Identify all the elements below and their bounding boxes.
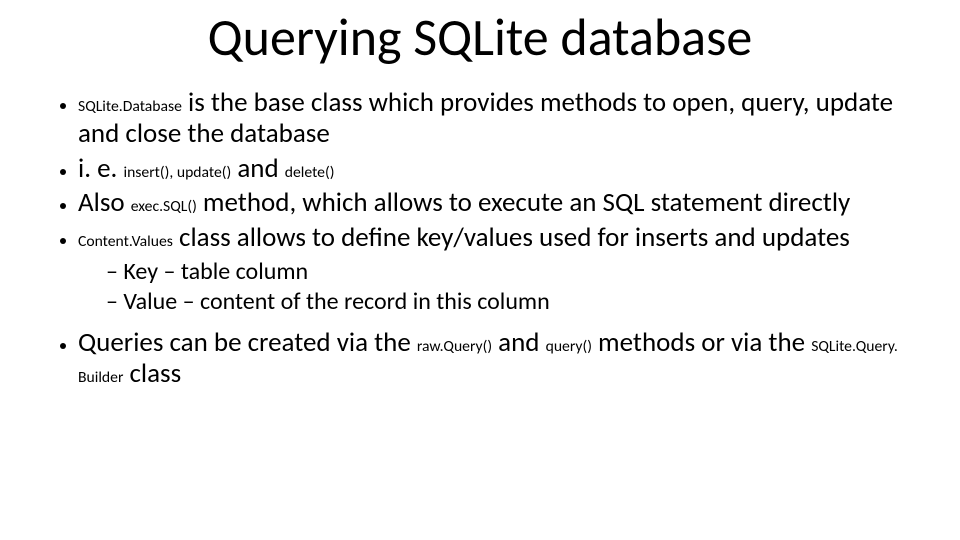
bullet-2: i. e. insert(), update() and delete(): [78, 153, 920, 184]
bullet-1-text: is the base class which provides methods…: [78, 86, 893, 150]
bullet-2-pre: i. e.: [78, 152, 123, 185]
slide-title: Querying SQLite database: [40, 10, 920, 65]
bullet-2-mid: and: [231, 152, 285, 185]
code-query: query(): [546, 337, 592, 356]
bullet-5-mid2: methods or via the: [592, 326, 811, 359]
sub-item-key: Key – table column: [106, 257, 920, 287]
code-insert-update: insert(), update(): [123, 163, 231, 182]
bullet-3-pre: Also: [78, 186, 131, 219]
code-sqlitedatabase: SQLite.Database: [78, 97, 182, 116]
bullet-3: Also exec.SQL() method, which allows to …: [78, 187, 920, 218]
bullet-1: SQLite.Database is the base class which …: [78, 87, 920, 150]
bullet-5: Queries can be created via the raw.Query…: [78, 327, 920, 390]
bullet-list: SQLite.Database is the base class which …: [50, 87, 920, 390]
bullet-3-rest: method, which allows to execute an SQL s…: [197, 186, 850, 219]
slide: Querying SQLite database SQLite.Database…: [0, 0, 960, 540]
code-execsql: exec.SQL(): [131, 197, 197, 216]
bullet-5-post: class: [123, 357, 181, 390]
bullet-4: Content.Values class allows to define ke…: [78, 222, 920, 317]
sub-item-value: Value – content of the record in this co…: [106, 287, 920, 317]
sub-list: Key – table column Value – content of th…: [106, 257, 920, 317]
code-delete: delete(): [285, 163, 335, 182]
code-contentvalues: Content.Values: [78, 232, 173, 251]
bullet-5-pre: Queries can be created via the: [78, 326, 417, 359]
bullet-4-rest: class allows to define key/values used f…: [173, 221, 850, 254]
bullet-5-mid1: and: [492, 326, 546, 359]
code-rawquery: raw.Query(): [417, 337, 492, 356]
